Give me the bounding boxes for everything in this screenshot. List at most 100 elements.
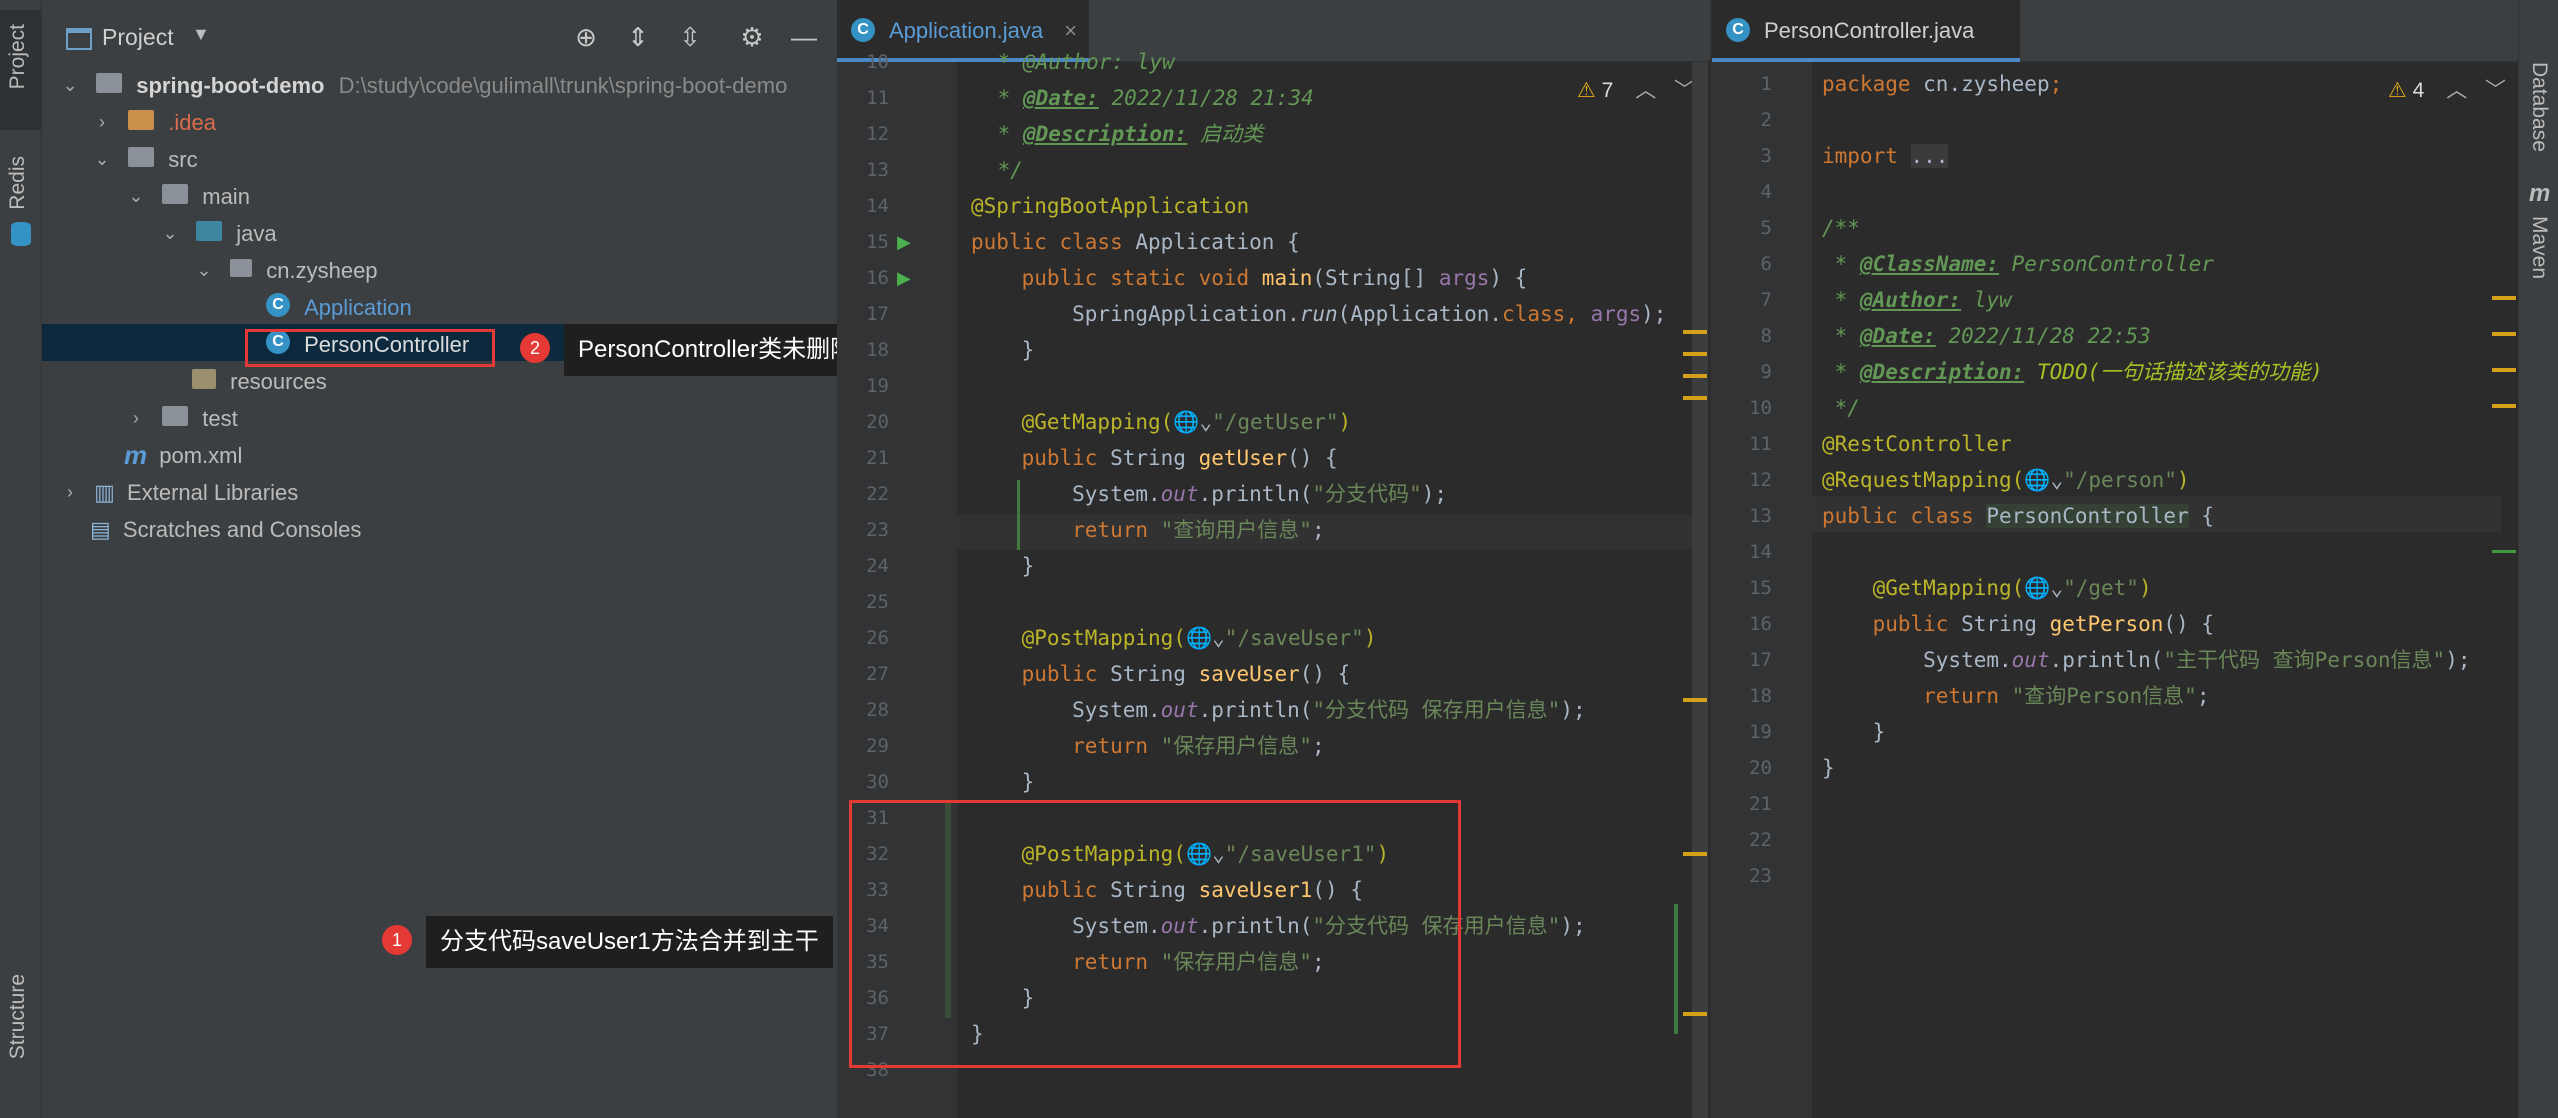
class-icon: C [1726, 18, 1750, 42]
line-number: 10 [1749, 397, 1772, 419]
code-line: * @Author: lyw [1822, 288, 2012, 312]
tree-item-package[interactable]: ⌄ cn.zysheep [42, 250, 837, 287]
tree-item-pom[interactable]: m pom.xml [42, 435, 837, 472]
chevron-down-icon[interactable]: ﹀ [2485, 79, 2506, 102]
database-tool-tab[interactable]: Database [2519, 50, 2558, 160]
code-line: System.out.println("分支代码"); [971, 482, 1447, 506]
warning-icon: ⚠ [1577, 79, 1596, 102]
tree-item-label: .idea [168, 109, 216, 135]
chevron-up-icon[interactable]: ︿ [2446, 79, 2467, 102]
line-number: 17 [866, 303, 889, 325]
tree-item-java[interactable]: ⌄ java [42, 213, 837, 250]
warnings-indicator[interactable]: ⚠ 4 ︿ ﹀ [2388, 74, 2506, 104]
library-icon: ▥ [94, 479, 115, 505]
code-line: * @Date: 2022/11/28 22:53 [1822, 324, 2151, 348]
line-number: 18 [1749, 685, 1772, 707]
vcs-change-bar [1674, 904, 1678, 1034]
project-title[interactable]: Project [102, 24, 174, 51]
folder-icon [128, 110, 155, 131]
expand-all-icon[interactable]: ⇕ [622, 22, 654, 52]
structure-tool-tab[interactable]: Structure [0, 970, 42, 1100]
line-number: 21 [1749, 793, 1772, 815]
error-stripe-mark [1683, 396, 1707, 400]
run-gutter-icon[interactable]: ▶ [897, 232, 911, 253]
callout-2: PersonController类未删除 [564, 324, 869, 376]
editor-tab-bar: C Application.java × [837, 0, 1710, 62]
code-line: } [971, 554, 1035, 578]
code-line: * @Description: 启动类 [985, 122, 1263, 146]
maven-tool-tab[interactable]: m Maven [2519, 180, 2558, 290]
folder-icon [128, 147, 155, 168]
code-line: public String getUser() { [971, 446, 1338, 470]
gear-icon[interactable]: ⚙ [736, 22, 768, 52]
structure-tool-label: Structure [6, 974, 29, 1060]
tree-item-label: pom.xml [159, 442, 243, 468]
tab-personcontroller-java[interactable]: C PersonController.java [1712, 0, 2021, 62]
error-stripe-mark [2492, 332, 2516, 336]
line-number: 14 [1749, 541, 1772, 563]
line-number: 28 [866, 699, 889, 721]
code-line: @GetMapping(🌐⌄"/get") [1822, 576, 2152, 600]
resources-folder-icon [192, 369, 216, 390]
code-line: /** [1822, 216, 1860, 240]
maven-icon: m [2529, 180, 2551, 207]
source-folder-icon [196, 221, 223, 242]
code-line: System.out.println("分支代码 保存用户信息"); [971, 698, 1586, 722]
chevron-right-icon: › [99, 111, 105, 132]
line-number: 18 [866, 339, 889, 361]
tree-item-label: test [202, 405, 238, 431]
line-number: 22 [866, 483, 889, 505]
code-line: } [1822, 720, 1886, 744]
minimize-icon[interactable]: — [788, 22, 820, 52]
tree-item-application[interactable]: C Application [42, 287, 837, 324]
tab-label: Application.java [889, 18, 1044, 43]
line-number: 15 [1749, 577, 1772, 599]
warning-icon: ⚠ [2388, 79, 2407, 102]
line-number: 6 [1760, 253, 1772, 275]
code-line: return "查询用户信息"; [971, 518, 1325, 542]
chevron-down-icon[interactable]: ▼ [192, 24, 210, 45]
line-number: 7 [1760, 289, 1772, 311]
project-tool-tab[interactable]: Project [0, 10, 42, 130]
folder-icon [162, 184, 189, 205]
code-line: @GetMapping(🌐⌄"/getUser") [971, 410, 1352, 434]
chevron-down-icon: ⌄ [162, 222, 178, 243]
tree-item-idea[interactable]: › .idea [42, 102, 837, 139]
tree-item-label: src [168, 146, 198, 172]
tree-item-scratches[interactable]: ▤ Scratches and Consoles [42, 509, 837, 546]
right-tool-strip: Database m Maven [2518, 0, 2558, 1118]
editor-scrollbar[interactable] [1692, 62, 1708, 1118]
tree-item-test[interactable]: › test [42, 398, 837, 435]
line-number: 11 [1749, 433, 1772, 455]
left-tool-strip: Project Redis Structure [0, 0, 42, 1118]
line-number: 16 [1749, 613, 1772, 635]
chevron-down-icon: ⌄ [128, 185, 144, 206]
redis-tool-label: Redis [6, 156, 29, 210]
redis-tool-tab[interactable]: Redis [0, 150, 42, 260]
line-number: 23 [866, 519, 889, 541]
editor-personcontroller[interactable]: C PersonController.java ⚠ 4 ︿ ﹀ 12345678… [1710, 0, 2518, 1118]
collapse-all-icon[interactable]: ⇳ [674, 22, 706, 52]
tree-item-label: Application [304, 294, 412, 320]
code-line: SpringApplication.run(Application.class,… [971, 302, 1667, 326]
tree-item-label: java [236, 220, 277, 246]
tree-item-root[interactable]: ⌄ spring-boot-demo D:\study\code\gulimal… [42, 65, 837, 102]
tree-item-main[interactable]: ⌄ main [42, 176, 837, 213]
warnings-indicator[interactable]: ⚠ 7 ︿ ﹀ [1577, 74, 1695, 104]
tree-item-src[interactable]: ⌄ src [42, 139, 837, 176]
line-number: 19 [866, 375, 889, 397]
tree-item-external-libraries[interactable]: › ▥ External Libraries [42, 472, 837, 509]
locate-icon[interactable]: ⊕ [570, 22, 602, 52]
tab-label: PersonController.java [1764, 18, 1975, 43]
chevron-right-icon: › [67, 481, 73, 502]
error-stripe-mark [1683, 698, 1707, 702]
line-number: 26 [866, 627, 889, 649]
folder-icon [162, 406, 189, 427]
class-icon: C [851, 18, 875, 42]
editor-application[interactable]: C Application.java × ⚠ 7 ︿ ﹀ 10 11 12 13 14 1… [837, 0, 1710, 1118]
scratches-icon: ▤ [90, 516, 111, 542]
run-gutter-icon[interactable]: ▶ [897, 268, 911, 289]
project-tool-label: Project [6, 24, 29, 90]
chevron-up-icon[interactable]: ︿ [1635, 79, 1656, 102]
line-number: 17 [1749, 649, 1772, 671]
